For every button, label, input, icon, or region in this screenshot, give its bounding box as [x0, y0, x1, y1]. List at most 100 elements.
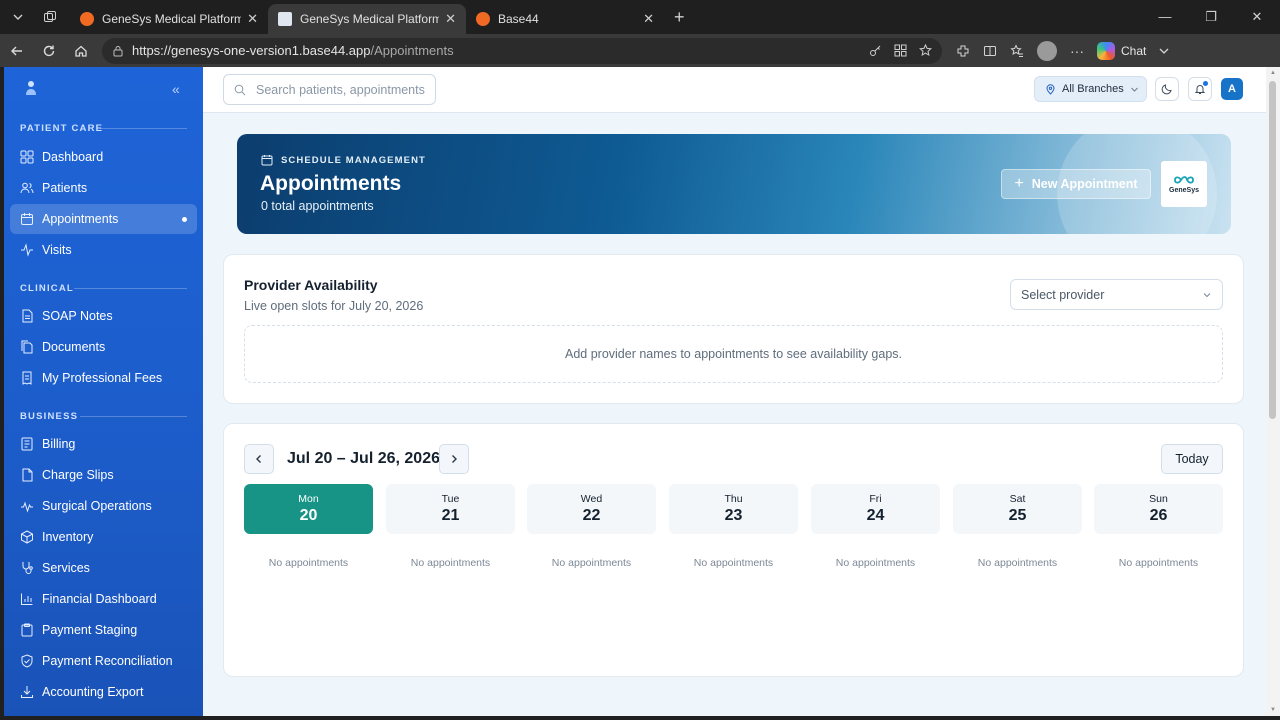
provider-select[interactable]: Select provider [1010, 279, 1223, 310]
search-input[interactable]: Search patients, appointments [223, 74, 436, 105]
collapse-sidebar-icon[interactable]: « [172, 81, 180, 97]
home-button[interactable] [66, 36, 96, 66]
day-name: Fri [869, 493, 882, 505]
section-title: CLINICAL [20, 283, 74, 294]
sidebar-item-billing[interactable]: Billing [10, 429, 197, 459]
sidebar-item-label: Services [42, 561, 90, 575]
sidebar-item-financial-dashboard[interactable]: Financial Dashboard [10, 584, 197, 614]
copilot-chat-button[interactable]: Chat [1097, 41, 1146, 60]
banner-kicker: SCHEDULE MANAGEMENT [261, 154, 426, 166]
week-calendar-card: Jul 20 – Jul 26, 2026 Today Mon 20 Tue 2… [223, 423, 1244, 677]
tab-title: Base44 [498, 12, 539, 26]
day-column-thu[interactable]: Thu 23 [669, 484, 798, 534]
sidebar-item-payment-reconciliation[interactable]: Payment Reconciliation [10, 646, 197, 676]
app-window: « PATIENT CARE Dashboard Patients Appoin… [4, 67, 1266, 716]
close-icon[interactable]: ✕ [445, 11, 456, 27]
sidebar-item-documents[interactable]: Documents [10, 332, 197, 362]
sidebar-item-label: Inventory [42, 530, 94, 544]
day-column-sat[interactable]: Sat 25 [953, 484, 1082, 534]
invoice-icon [21, 437, 33, 451]
sidebar-item-label: My Professional Fees [42, 371, 163, 385]
appointment-count: 0 total appointments [261, 199, 374, 213]
maximize-button[interactable]: ❐ [1188, 9, 1234, 25]
scroll-down-icon[interactable]: ▼ [1270, 707, 1276, 713]
new-appointment-button[interactable]: + New Appointment [1001, 169, 1151, 199]
next-week-button[interactable] [439, 444, 469, 474]
apps-icon[interactable] [894, 44, 907, 57]
kicker-text: SCHEDULE MANAGEMENT [281, 154, 426, 166]
sidebar-item-surgical-operations[interactable]: Surgical Operations [10, 491, 197, 521]
previous-week-button[interactable] [244, 444, 274, 474]
sidebar-item-label: SOAP Notes [42, 309, 113, 323]
branch-selector[interactable]: All Branches [1034, 76, 1147, 102]
workspaces-button[interactable] [36, 4, 64, 30]
sidebar-item-my-professional-fees[interactable]: My Professional Fees [10, 363, 197, 393]
back-button[interactable] [2, 36, 32, 66]
split-screen-icon[interactable] [983, 44, 997, 58]
sidebar-item-patients[interactable]: Patients [10, 173, 197, 203]
minimize-button[interactable]: — [1142, 9, 1188, 25]
profile-icon[interactable] [1037, 40, 1057, 61]
browser-tab-2[interactable]: Base44 ✕ [466, 4, 664, 34]
day-column-fri[interactable]: Fri 24 [811, 484, 940, 534]
sidebar-item-charge-slips[interactable]: Charge Slips [10, 460, 197, 490]
refresh-button[interactable] [34, 36, 64, 66]
key-icon[interactable] [869, 44, 882, 57]
day-column-wed[interactable]: Wed 22 [527, 484, 656, 534]
site-info-icon[interactable] [112, 45, 124, 57]
chevron-down-icon[interactable] [1159, 46, 1169, 56]
active-indicator [182, 216, 187, 222]
no-appointments-text: No appointments [410, 557, 491, 569]
sidebar-item-dashboard[interactable]: Dashboard [10, 142, 197, 172]
extensions-icon[interactable] [956, 44, 970, 58]
sidebar-item-payment-staging[interactable]: Payment Staging [10, 615, 197, 645]
close-window-button[interactable]: ✕ [1234, 9, 1280, 25]
today-button[interactable]: Today [1161, 444, 1223, 474]
no-appointments-text: No appointments [977, 557, 1058, 569]
sidebar-item-label: Dashboard [42, 150, 104, 164]
day-column-mon[interactable]: Mon 20 [244, 484, 373, 534]
theme-toggle-button[interactable] [1155, 77, 1179, 101]
shield-check-icon [21, 654, 33, 668]
tab-menu-button[interactable] [4, 4, 32, 30]
sidebar-item-accounting-export[interactable]: Accounting Export [10, 677, 197, 707]
infinity-logo-icon [1174, 176, 1194, 184]
pulse-icon [21, 501, 33, 513]
search-placeholder: Search patients, appointments [256, 82, 425, 97]
day-name: Thu [724, 493, 743, 505]
sidebar-item-appointments[interactable]: Appointments [10, 204, 197, 234]
url-field[interactable]: https://genesys-one-version1.base44.app /… [102, 37, 942, 64]
day-column-sun[interactable]: Sun 26 [1094, 484, 1223, 534]
day-column-tue[interactable]: Tue 21 [386, 484, 515, 534]
star-icon[interactable] [919, 44, 932, 57]
file-text-icon [22, 309, 33, 323]
user-avatar[interactable]: A [1221, 78, 1243, 100]
sidebar-item-services[interactable]: Services [10, 553, 197, 583]
scrollbar-thumb[interactable] [1269, 81, 1276, 419]
no-appointments-text: No appointments [268, 557, 349, 569]
stethoscope-icon [22, 562, 33, 574]
close-icon[interactable]: ✕ [643, 11, 654, 27]
no-appointments-text: No appointments [693, 557, 774, 569]
notifications-button[interactable] [1188, 77, 1212, 101]
document-icon [22, 468, 33, 482]
favorites-icon[interactable] [1010, 43, 1024, 58]
page-icon [278, 12, 292, 26]
notification-dot [1203, 81, 1208, 86]
activity-icon [21, 243, 33, 257]
close-icon[interactable]: ✕ [247, 11, 258, 27]
window-controls: — ❐ ✕ [1142, 9, 1280, 25]
sidebar-item-visits[interactable]: Visits [10, 235, 197, 265]
sidebar-item-label: Billing [42, 437, 76, 451]
scroll-up-icon[interactable]: ▲ [1270, 70, 1276, 76]
browser-tab-0[interactable]: GeneSys Medical Platform | Base44 ✕ [70, 4, 268, 34]
day-date: 24 [866, 507, 885, 524]
calendar-icon [261, 155, 273, 166]
more-icon[interactable]: ··· [1070, 43, 1084, 59]
browser-tab-1[interactable]: GeneSys Medical Platform ✕ [268, 4, 466, 34]
section-subtitle: Live open slots for July 20, 2026 [244, 299, 424, 313]
page-scrollbar[interactable]: ▲ ▼ [1266, 67, 1280, 716]
sidebar-item-inventory[interactable]: Inventory [10, 522, 197, 552]
sidebar-item-soap-notes[interactable]: SOAP Notes [10, 301, 197, 331]
new-tab-button[interactable]: + [674, 7, 685, 28]
